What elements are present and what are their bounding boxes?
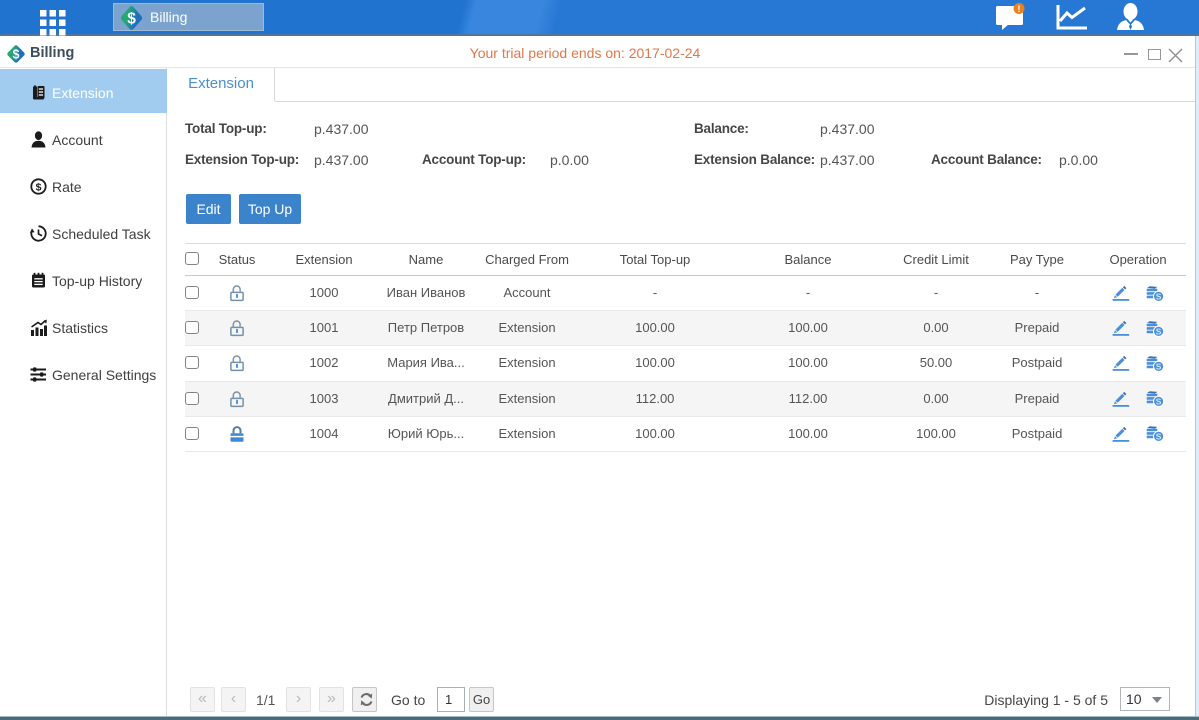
svg-text:S: S	[1156, 432, 1162, 442]
svg-text:S: S	[1156, 326, 1162, 336]
svg-text:!: !	[1018, 4, 1021, 14]
svg-text:S: S	[1156, 361, 1162, 371]
svg-text:$: $	[127, 11, 136, 28]
svg-text:$: $	[36, 181, 42, 193]
svg-text:S: S	[1156, 291, 1162, 301]
svg-text:S: S	[1156, 396, 1162, 406]
